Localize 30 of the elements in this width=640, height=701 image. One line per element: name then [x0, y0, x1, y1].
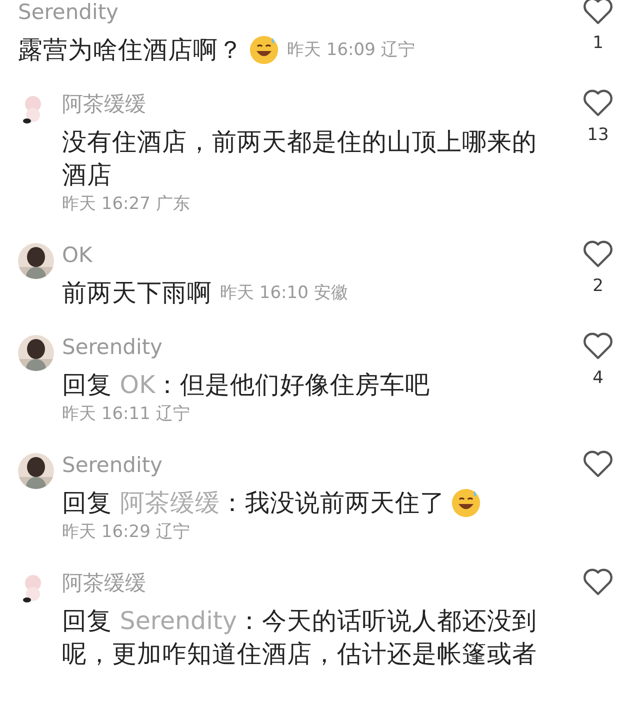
comment-text: 露营为啥住酒店啊？	[18, 34, 243, 66]
like-count: 4	[592, 367, 604, 389]
heart-icon[interactable]	[582, 88, 614, 118]
user-link[interactable]: Serendity	[120, 606, 238, 635]
comment-time: 昨天 16:29 辽宁	[62, 521, 190, 544]
comment-time: 昨天 16:09 辽宁	[287, 38, 415, 62]
user-link[interactable]: OK	[120, 370, 156, 399]
user-name[interactable]: Serendity	[18, 0, 118, 24]
heart-icon[interactable]	[582, 0, 614, 26]
user-name[interactable]: 阿茶缓缓	[62, 571, 146, 595]
comment-time: 昨天 16:11 辽宁	[62, 403, 190, 426]
like-count: 13	[587, 124, 609, 146]
comment-text: 回复 Serendity：今天的话听说人都还没到呢，更加咋知道住酒店，估计还是帐篷或者	[62, 605, 538, 670]
comment-text: 回复 OK：但是他们好像住房车吧	[62, 369, 430, 401]
comment-text: 没有住酒店，前两天都是住的山顶上哪来的酒店	[62, 126, 538, 191]
like-count: 1	[592, 32, 604, 54]
user-name[interactable]: Serendity	[62, 335, 162, 359]
comment-text: 前两天下雨啊	[62, 277, 212, 309]
comment-text: 回复 阿茶缓缓：我没说前两天住了	[62, 487, 445, 519]
user-name[interactable]: OK	[62, 243, 92, 267]
heart-icon[interactable]	[582, 239, 614, 269]
heart-icon[interactable]	[582, 331, 614, 361]
comment-time: 昨天 16:27 广东	[62, 193, 190, 216]
user-name[interactable]: Serendity	[62, 453, 162, 477]
user-link[interactable]: 阿茶缓缓	[120, 488, 220, 517]
heart-icon[interactable]	[582, 567, 614, 597]
user-name[interactable]: 阿茶缓缓	[62, 92, 146, 116]
heart-icon[interactable]	[582, 449, 614, 479]
comment-time: 昨天 16:10 安徽	[220, 282, 348, 304]
like-count: 2	[592, 275, 604, 297]
